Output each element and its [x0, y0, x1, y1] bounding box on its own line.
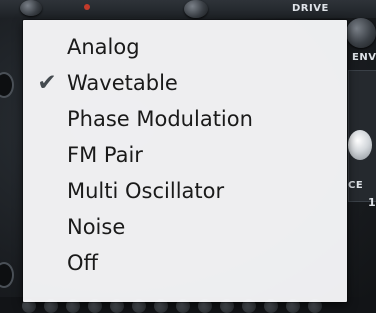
menu-item-analog[interactable]: Analog [23, 29, 347, 65]
menu-item-noise[interactable]: Noise [23, 209, 347, 245]
menu-item-label: Phase Modulation [67, 107, 253, 131]
balance-knob[interactable] [348, 130, 372, 160]
drive-label: DRIVE [292, 3, 329, 14]
menu-item-wavetable[interactable]: ✔ Wavetable [23, 65, 347, 101]
output-jack[interactable] [0, 262, 14, 288]
menu-item-label: Analog [67, 35, 140, 59]
menu-item-label: FM Pair [67, 143, 143, 167]
oscillator-type-menu: Analog ✔ Wavetable Phase Modulation FM P… [23, 20, 347, 302]
menu-item-label: Off [67, 251, 98, 275]
checkmark-icon: ✔ [37, 70, 57, 96]
menu-item-multi-oscillator[interactable]: Multi Oscillator [23, 173, 347, 209]
top-left-knob[interactable] [20, 0, 42, 16]
menu-item-phase-modulation[interactable]: Phase Modulation [23, 101, 347, 137]
indicator-light [84, 4, 90, 10]
balance-label-fragment: CE [348, 180, 364, 191]
menu-item-fm-pair[interactable]: FM Pair [23, 137, 347, 173]
synth-window: DRIVE ENV CE 1 Analog ✔ Wavetable Phase … [0, 0, 376, 313]
menu-item-off[interactable]: Off [23, 245, 347, 281]
top-center-knob[interactable] [184, 0, 208, 18]
menu-item-label: Wavetable [67, 71, 178, 95]
input-jack[interactable] [0, 72, 14, 98]
drive-knob[interactable] [346, 18, 376, 48]
env-label: ENV [352, 52, 376, 63]
menu-item-label: Multi Oscillator [67, 179, 225, 203]
menu-item-label: Noise [67, 215, 126, 239]
balance-value-fragment: 1 [368, 196, 376, 209]
